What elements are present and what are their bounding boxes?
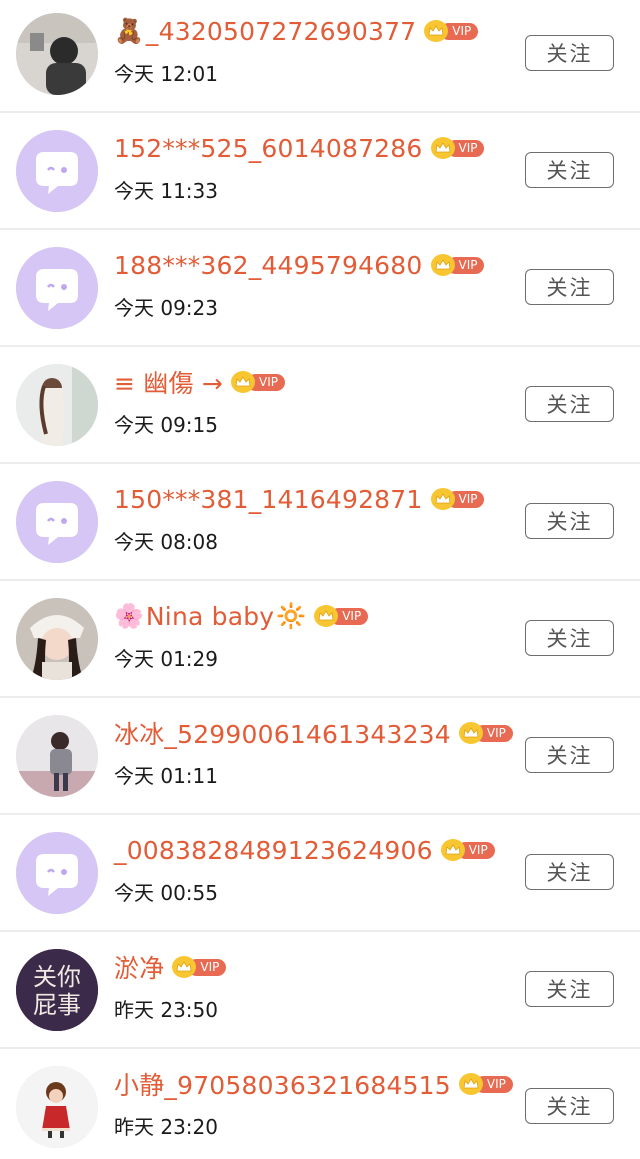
default-avatar[interactable] [16,481,98,563]
follow-button[interactable]: 关注 [525,269,614,305]
follow-button[interactable]: 关注 [525,1088,614,1124]
avatar-text-line-1: 关你 [33,963,81,991]
list-item[interactable]: 188***362_4495794680 VIP 今天 09:23 关注 [0,230,640,347]
follow-button[interactable]: 关注 [525,737,614,773]
list-item[interactable]: 150***381_1416492871 VIP 今天 08:08 关注 [0,464,640,581]
avatar[interactable] [16,364,98,446]
list-item[interactable]: _0083828489123624906 VIP 今天 00:55 关注 [0,815,640,932]
default-avatar[interactable] [16,247,98,329]
user-name[interactable]: _0083828489123624906 [114,836,433,865]
list-item[interactable]: 冰冰_52990061461343234 VIP 今天 01:11 关注 [0,698,640,815]
vip-badge: VIP [430,488,485,510]
name-prefix-emoji: 🧸 [114,17,144,45]
list-item[interactable]: ≡ 幽傷 → VIP 今天 09:15 关注 [0,347,640,464]
user-name[interactable]: 淤净 [114,949,164,985]
follow-time: 今天 12:01 [114,62,218,86]
name-suffix-emoji: 🔆 [276,602,307,630]
follow-time: 今天 09:15 [114,413,218,437]
vip-badge: VIP [430,137,485,159]
avatar[interactable] [16,13,98,95]
follow-time: 今天 01:11 [114,764,218,788]
follow-time: 昨天 23:20 [114,1115,218,1139]
name-prefix-emoji: 🌸 [114,602,144,630]
vip-badge: VIP [458,1073,513,1095]
user-name[interactable]: Nina baby [146,602,274,631]
follow-time: 今天 08:08 [114,530,218,554]
follow-button[interactable]: 关注 [525,386,614,422]
list-item[interactable]: 152***525_6014087286 VIP 今天 11:33 关注 [0,113,640,230]
follow-time: 昨天 23:50 [114,998,218,1022]
follow-time: 今天 11:33 [114,179,218,203]
follow-time: 今天 01:29 [114,647,218,671]
avatar[interactable] [16,1066,98,1148]
crown-icon [458,1073,483,1095]
follow-button[interactable]: 关注 [525,620,614,656]
follow-button[interactable]: 关注 [525,971,614,1007]
list-item[interactable]: 🧸 _4320507272690377 VIP 今天 12:01 关注 [0,0,640,113]
crown-icon [440,839,465,861]
vip-badge: VIP [430,254,485,276]
user-name[interactable]: 188***362_4495794680 [114,251,423,280]
list-item[interactable]: 关你 屁事 淤净 VIP 昨天 23:50 关注 [0,932,640,1049]
vip-badge: VIP [231,371,285,393]
vip-badge: VIP [440,839,495,861]
avatar[interactable]: 关你 屁事 [16,949,98,1031]
follow-button[interactable]: 关注 [525,35,614,71]
vip-badge: VIP [314,605,369,627]
crown-icon [430,488,455,510]
follow-button[interactable]: 关注 [525,854,614,890]
user-name[interactable]: ≡ 幽傷 → [114,364,223,400]
user-name[interactable]: 152***525_6014087286 [114,134,423,163]
crown-icon [458,722,483,744]
vip-badge: VIP [458,722,513,744]
avatar[interactable] [16,715,98,797]
follower-list: 🧸 _4320507272690377 VIP 今天 12:01 关注 152*… [0,0,640,1155]
user-name[interactable]: 冰冰_52990061461343234 [114,715,451,751]
crown-icon [231,371,255,393]
user-name[interactable]: _4320507272690377 [146,17,416,46]
list-item[interactable]: 🌸 Nina baby 🔆 VIP 今天 01:29 关注 [0,581,640,698]
default-avatar[interactable] [16,832,98,914]
crown-icon [430,137,455,159]
avatar[interactable] [16,598,98,680]
follow-time: 今天 00:55 [114,881,218,905]
follow-button[interactable]: 关注 [525,152,614,188]
list-item[interactable]: 小静_97058036321684515 VIP 昨天 23:20 关注 [0,1049,640,1159]
user-name[interactable]: 150***381_1416492871 [114,485,423,514]
crown-icon [430,254,455,276]
avatar-text-line-2: 屁事 [33,991,81,1019]
default-avatar[interactable] [16,130,98,212]
follow-button[interactable]: 关注 [525,503,614,539]
user-name[interactable]: 小静_97058036321684515 [114,1066,451,1102]
follow-time: 今天 09:23 [114,296,218,320]
vip-badge: VIP [172,956,227,978]
vip-badge: VIP [424,20,479,42]
